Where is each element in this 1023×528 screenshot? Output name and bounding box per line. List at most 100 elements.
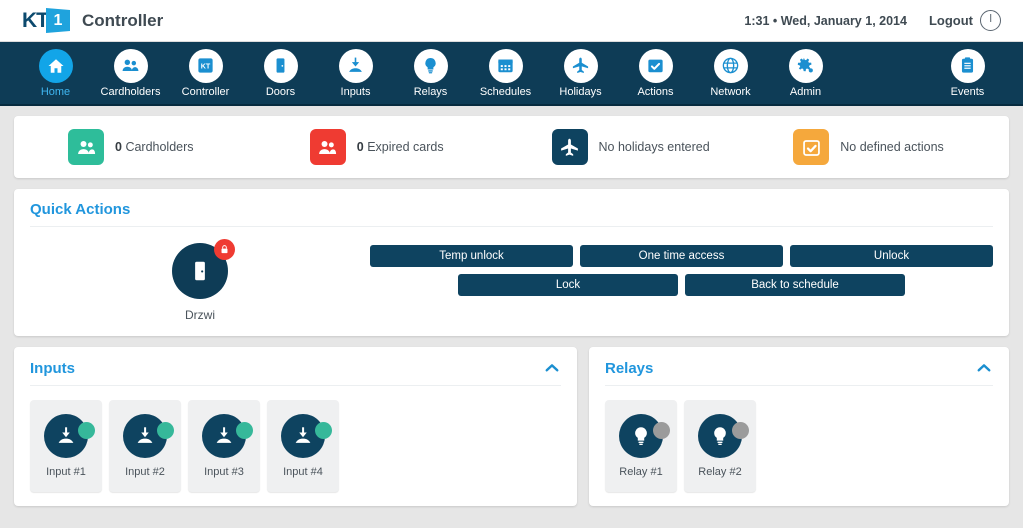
nav-item-home[interactable]: Home xyxy=(18,48,93,98)
nav-label-events: Events xyxy=(950,85,985,98)
globe-icon xyxy=(713,48,748,83)
door-icon xyxy=(263,48,298,83)
gears-icon xyxy=(788,48,823,83)
airplane-icon xyxy=(563,48,598,83)
calendar-check-icon xyxy=(793,129,830,165)
nav-item-schedules[interactable]: Schedules xyxy=(468,48,543,98)
lock-button[interactable]: Lock xyxy=(458,274,678,296)
door-tile[interactable] xyxy=(172,239,235,299)
stat-count-expired: 0 xyxy=(356,140,364,154)
lightbulb-icon xyxy=(413,48,448,83)
relay-tile-label-1: Relay #1 xyxy=(619,466,663,478)
nav-label-relays: Relays xyxy=(413,85,448,98)
tile-icon-wrap xyxy=(281,414,332,458)
tile-icon-wrap xyxy=(698,414,749,458)
input-icon xyxy=(338,48,373,83)
input-tile-1[interactable]: Input #1 xyxy=(30,400,102,492)
unlock-button[interactable]: Unlock xyxy=(790,245,993,267)
input-tile-4[interactable]: Input #4 xyxy=(267,400,339,492)
back-to-schedule-button[interactable]: Back to schedule xyxy=(685,274,905,296)
chevron-up-icon[interactable] xyxy=(543,359,561,377)
input-tile-label-3: Input #3 xyxy=(204,466,244,478)
input-tile-label-1: Input #1 xyxy=(46,466,86,478)
nav-label-actions: Actions xyxy=(637,85,674,98)
chevron-up-icon[interactable] xyxy=(975,359,993,377)
relays-tile-row: Relay #1 Relay #2 xyxy=(605,386,993,492)
button-row-2: Lock Back to schedule xyxy=(370,274,993,296)
inputs-panel: Inputs Input #1 Input #2 Input #3 Input … xyxy=(14,347,577,506)
page-title: Controller xyxy=(82,10,164,30)
calendar-icon xyxy=(488,48,523,83)
stat-text-actions: No defined actions xyxy=(840,140,944,154)
input-tile-2[interactable]: Input #2 xyxy=(109,400,181,492)
inputs-panel-head: Inputs xyxy=(30,359,561,377)
nav-item-actions[interactable]: Actions xyxy=(618,48,693,98)
relays-panel-head: Relays xyxy=(605,359,993,377)
stat-text-cardholders: Cardholders xyxy=(125,140,194,154)
status-dot-on xyxy=(236,422,253,439)
logout-button[interactable]: Logout xyxy=(929,10,1001,31)
stat-count-cardholders: 0 xyxy=(115,140,122,154)
datetime-label: 1:31 • Wed, January 1, 2014 xyxy=(744,13,907,28)
nav-label-schedules: Schedules xyxy=(479,85,532,98)
calendar-check-icon xyxy=(638,48,673,83)
stat-cardholders: 0 Cardholders xyxy=(28,129,270,165)
status-dot-off xyxy=(653,422,670,439)
people-icon xyxy=(68,129,104,165)
nav-label-home: Home xyxy=(40,85,71,98)
temp-unlock-button[interactable]: Temp unlock xyxy=(370,245,573,267)
nav-label-admin: Admin xyxy=(789,85,822,98)
inputs-tile-row: Input #1 Input #2 Input #3 Input #4 xyxy=(30,386,561,492)
people-icon xyxy=(309,129,346,165)
door-block: Drzwi xyxy=(30,239,370,322)
relays-panel-title: Relays xyxy=(605,359,654,377)
tile-icon-wrap xyxy=(202,414,253,458)
relay-tile-2[interactable]: Relay #2 xyxy=(684,400,756,492)
top-bar: KT 1 Controller 1:31 • Wed, January 1, 2… xyxy=(0,0,1023,42)
nav-item-holidays[interactable]: Holidays xyxy=(543,48,618,98)
logout-label: Logout xyxy=(928,13,973,28)
nav-item-inputs[interactable]: Inputs xyxy=(318,48,393,98)
svg-text:KT: KT xyxy=(201,63,211,71)
nav-items: Home Cardholders KT Controller Doors Inp… xyxy=(18,48,1005,98)
stat-expired-cards: 0 Expired cards xyxy=(270,129,512,165)
people-icon xyxy=(113,48,148,83)
input-tile-3[interactable]: Input #3 xyxy=(188,400,260,492)
nav-item-doors[interactable]: Doors xyxy=(243,48,318,98)
tile-icon-wrap xyxy=(619,414,670,458)
door-label: Drzwi xyxy=(185,308,215,322)
stat-text-expired: Expired cards xyxy=(367,140,444,154)
nav-label-controller: Controller xyxy=(181,85,230,98)
quick-actions-head: Quick Actions xyxy=(30,201,993,218)
nav-item-network[interactable]: Network xyxy=(693,48,768,98)
brand: KT 1 Controller xyxy=(22,8,163,34)
status-dot-off xyxy=(732,422,749,439)
one-time-access-button[interactable]: One time access xyxy=(580,245,783,267)
stat-label-cardholders: 0 Cardholders xyxy=(115,140,194,154)
input-tile-label-4: Input #4 xyxy=(283,466,323,478)
relay-tile-1[interactable]: Relay #1 xyxy=(605,400,677,492)
nav-item-controller[interactable]: KT Controller xyxy=(168,48,243,98)
nav-item-relays[interactable]: Relays xyxy=(393,48,468,98)
stats-strip: 0 Cardholders 0 Expired cards No holiday… xyxy=(14,116,1009,178)
relays-panel: Relays Relay #1 Relay #2 xyxy=(589,347,1009,506)
kt-badge-icon: KT xyxy=(188,48,223,83)
stat-actions: No defined actions xyxy=(753,129,995,165)
kt1-logo: KT 1 xyxy=(22,8,70,34)
main-content: 0 Cardholders 0 Expired cards No holiday… xyxy=(0,106,1023,506)
logo-mark-icon: 1 xyxy=(46,8,70,33)
nav-label-doors: Doors xyxy=(265,85,296,98)
inputs-panel-title: Inputs xyxy=(30,359,75,377)
nav-item-cardholders[interactable]: Cardholders xyxy=(93,48,168,98)
stat-text-holidays: No holidays entered xyxy=(598,140,710,154)
bottom-panels: Inputs Input #1 Input #2 Input #3 Input … xyxy=(14,347,1009,506)
nav-label-cardholders: Cardholders xyxy=(100,85,161,98)
nav-item-admin[interactable]: Admin xyxy=(768,48,843,98)
quick-actions-body: Drzwi Temp unlock One time access Unlock… xyxy=(30,227,993,322)
top-bar-right: 1:31 • Wed, January 1, 2014 Logout xyxy=(744,10,1001,31)
tile-icon-wrap xyxy=(123,414,174,458)
nav-item-events[interactable]: Events xyxy=(930,48,1005,98)
power-icon xyxy=(980,10,1001,31)
logo-text: KT xyxy=(22,8,49,32)
nav-label-inputs: Inputs xyxy=(340,85,371,98)
